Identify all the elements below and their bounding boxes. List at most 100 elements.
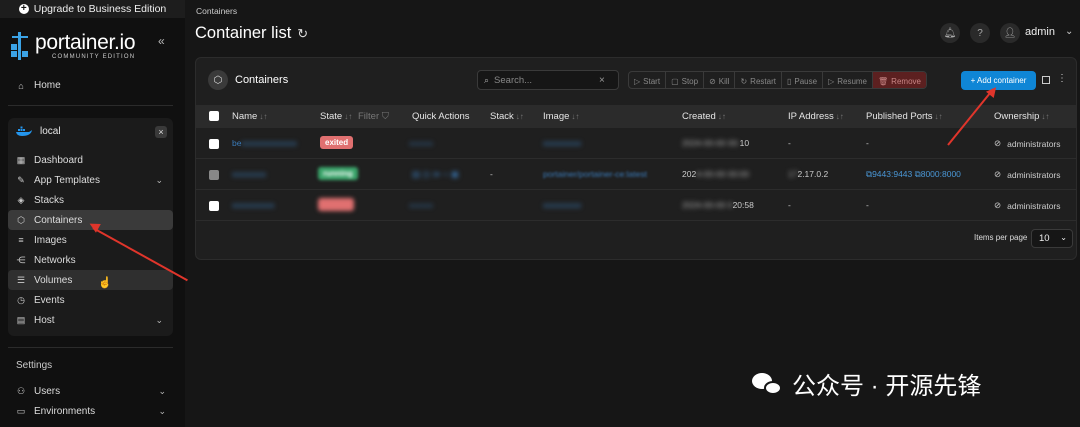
- column-quick-actions: Quick Actions: [412, 111, 470, 122]
- container-name-link[interactable]: bexxxxxxxxxxxxx: [232, 138, 297, 148]
- bell-icon[interactable]: 🔔︎: [940, 23, 960, 43]
- columns-icon[interactable]: [1042, 76, 1050, 84]
- stop-button[interactable]: ▢ Stop: [666, 72, 705, 88]
- column-label: Name: [232, 111, 258, 122]
- container-actions: ▷ Start ▢ Stop ⊘ Kill ↻ Restart ▯ Pause ▷ Resu…: [628, 71, 927, 89]
- search-input[interactable]: [494, 74, 595, 86]
- clear-search-icon[interactable]: ×: [599, 75, 605, 86]
- column-image[interactable]: Image ↓↑: [543, 111, 579, 122]
- items-per-page-value: 10: [1039, 233, 1050, 244]
- ports-cell: -: [866, 200, 869, 210]
- search-box[interactable]: ⌕ ×: [477, 70, 619, 90]
- sort-icon: ↓↑: [344, 112, 353, 121]
- sort-icon: ↓↑: [835, 112, 844, 121]
- upgrade-banner[interactable]: + Upgrade to Business Edition: [0, 0, 185, 18]
- image-link[interactable]: portainer/portainer-ce:latest: [543, 169, 647, 179]
- docker-icon: [16, 126, 32, 136]
- add-container-button[interactable]: + Add container: [961, 71, 1036, 90]
- sidebar-item-events[interactable]: ◷ Events: [8, 290, 173, 310]
- double-chevron-left-icon[interactable]: «: [158, 34, 165, 48]
- redacted-text: 2024-00-00 00:: [682, 138, 740, 148]
- pause-button[interactable]: ▯ Pause: [782, 72, 824, 88]
- sidebar-item-home[interactable]: ⌂ Home: [16, 80, 60, 91]
- resume-button[interactable]: ▷ Resume: [823, 72, 874, 88]
- image-link[interactable]: xxxxxxxxx: [543, 138, 581, 148]
- state-filter[interactable]: Filter ⛉: [358, 111, 389, 122]
- sidebar-item-images[interactable]: ≡ Images: [8, 230, 173, 250]
- plus-circle-icon: +: [18, 4, 29, 14]
- brand-edition: COMMUNITY EDITION: [52, 53, 136, 60]
- port-link[interactable]: ⧉8000:8000: [915, 169, 961, 179]
- dashboard-icon: ▦: [16, 154, 26, 165]
- portainer-logo[interactable]: portainer.io COMMUNITY EDITION: [10, 32, 136, 60]
- sidebar-item-app-templates[interactable]: ✎ App Templates ⌄: [8, 170, 173, 190]
- action-label: Stop: [681, 76, 699, 86]
- clock-icon: ◷: [17, 294, 25, 305]
- quick-actions[interactable]: ▭▭▭: [409, 200, 433, 211]
- column-ownership[interactable]: Ownership ↓↑: [994, 111, 1049, 122]
- quick-actions[interactable]: ▤ ◷ ≫ ⌁ ▣: [412, 169, 459, 180]
- user-name[interactable]: admin: [1025, 26, 1055, 38]
- sidebar-item-label: Events: [34, 294, 65, 306]
- image-link[interactable]: xxxxxxxxx: [543, 200, 581, 210]
- created-value: 10: [739, 138, 750, 148]
- port-link[interactable]: ⧉9443:9443: [866, 169, 912, 179]
- container-name-link[interactable]: xxxxxxxx: [232, 169, 266, 179]
- sidebar-item-host[interactable]: ▤ Host ⌄: [8, 310, 173, 330]
- ip-value: 2.17.0.2: [797, 169, 829, 179]
- breadcrumb[interactable]: Containers: [196, 6, 237, 16]
- redacted-text: 17: [788, 169, 798, 179]
- items-per-page-select[interactable]: 10 ⌄: [1031, 229, 1073, 248]
- filter-icon: ⛉: [381, 111, 389, 122]
- redacted-text: xxxxxxxxxxxxx: [241, 138, 297, 148]
- start-button[interactable]: ▷ Start: [629, 72, 667, 88]
- row-checkbox[interactable]: [209, 139, 219, 149]
- redacted-text: 2024-00-00 0: [682, 200, 733, 210]
- kill-button[interactable]: ⊘ Kill: [704, 72, 736, 88]
- chevron-down-icon: ⌄: [155, 174, 163, 185]
- ports-cell: ⧉9443:9443 ⧉8000:8000: [866, 169, 961, 180]
- kebab-menu-icon[interactable]: ⋮: [1057, 73, 1067, 84]
- column-label: State: [320, 111, 343, 122]
- column-state[interactable]: State ↓↑: [320, 111, 352, 122]
- sort-icon: ↓↑: [1041, 112, 1050, 121]
- sidebar-item-volumes[interactable]: ☰ Volumes ☝: [8, 270, 173, 290]
- action-label: Remove: [891, 76, 921, 86]
- ownership-value: administrators: [1007, 138, 1061, 149]
- select-all-checkbox[interactable]: [209, 111, 219, 121]
- column-label: IP Address: [788, 111, 834, 122]
- settings-heading: Settings: [16, 360, 53, 371]
- ban-icon: ⊘: [709, 76, 716, 86]
- cube-icon: ⬡: [208, 70, 228, 90]
- sidebar-item-environments[interactable]: ▭ Environments ⌄: [16, 406, 166, 417]
- play-icon: ▷: [634, 76, 641, 86]
- chevron-down-icon[interactable]: ⌄: [1065, 26, 1073, 37]
- container-name-link[interactable]: xxxxxxxxxx: [232, 200, 275, 210]
- quick-actions[interactable]: ▭▭▭: [409, 138, 433, 149]
- column-created[interactable]: Created ↓↑: [682, 111, 726, 122]
- sidebar-item-dashboard[interactable]: ▦ Dashboard: [8, 150, 173, 170]
- sidebar-item-users[interactable]: ⚇ Users ⌄: [16, 386, 166, 397]
- avatar[interactable]: 👤︎: [1000, 23, 1020, 43]
- action-label: Pause: [794, 76, 818, 86]
- eye-off-icon: ⊘: [994, 200, 1002, 210]
- refresh-icon[interactable]: ↻: [297, 26, 308, 42]
- close-environment-button[interactable]: ×: [155, 126, 167, 138]
- status-badge: exited: [320, 136, 354, 149]
- help-icon[interactable]: ?: [970, 23, 990, 43]
- panel-title: Containers: [235, 74, 289, 86]
- remove-button[interactable]: 🗑︎ Remove: [873, 72, 926, 88]
- sidebar-item-stacks[interactable]: ◈ Stacks: [8, 190, 173, 210]
- sort-icon: ↓↑: [571, 112, 580, 121]
- restart-button[interactable]: ↻ Restart: [735, 72, 782, 88]
- column-stack[interactable]: Stack ↓↑: [490, 111, 524, 122]
- redacted-text: 4-00-00 00:00: [696, 169, 750, 179]
- status-badge: [318, 198, 354, 211]
- row-checkbox[interactable]: [209, 201, 219, 211]
- panel-header: ⬡ Containers: [208, 70, 288, 90]
- column-published-ports[interactable]: Published Ports ↓↑: [866, 111, 943, 122]
- row-checkbox: [209, 170, 219, 180]
- column-ip-address[interactable]: IP Address ↓↑: [788, 111, 844, 122]
- status-badge: running: [318, 167, 358, 180]
- column-name[interactable]: Name ↓↑: [232, 111, 267, 122]
